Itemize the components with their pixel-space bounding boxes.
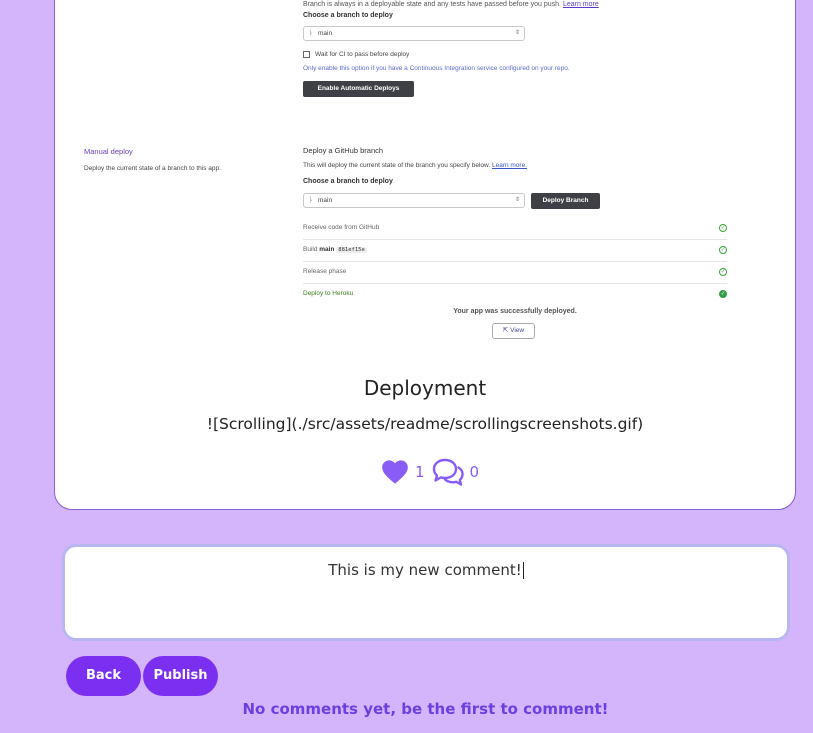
check-circle-filled-icon: ✓ xyxy=(719,290,727,298)
external-link-icon: ⇱ xyxy=(502,327,509,334)
github-learn-more-link: Learn more. xyxy=(491,162,528,169)
no-comments-message: No comments yet, be the first to comment… xyxy=(242,700,609,718)
wait-ci-label: Wait for CI to pass before deploy xyxy=(315,51,410,59)
branch-icon: ᚿ xyxy=(309,197,314,204)
view-app-button: ⇱ View xyxy=(492,323,535,339)
deploy-step: Receive code from GitHub ✓ xyxy=(303,218,727,240)
likes-count: 1 xyxy=(415,463,425,481)
github-branch-description: This will deploy the current state of th… xyxy=(303,162,528,169)
manual-deploy-description: Deploy the current state of a branch to … xyxy=(84,165,221,172)
checkbox-icon xyxy=(303,51,310,58)
wait-ci-checkbox: Wait for CI to pass before deploy xyxy=(303,51,409,58)
manual-choose-branch-label: Choose a branch to deploy xyxy=(303,178,393,185)
ci-note: Only enable this option if you have a Co… xyxy=(303,65,570,72)
post-card: Branch is always in a deployable state a… xyxy=(54,0,796,510)
comments-icon xyxy=(432,458,464,486)
deploy-step: Deploy to Heroku ✓ xyxy=(303,290,727,298)
post-image: Branch is always in a deployable state a… xyxy=(55,0,795,341)
comment-text: This is my new comment! xyxy=(328,561,522,579)
post-body: ![Scrolling](./src/assets/readme/scrolli… xyxy=(206,415,644,433)
enable-auto-deploy-button: Enable Automatic Deploys xyxy=(303,81,414,97)
github-branch-title: Deploy a GitHub branch xyxy=(303,146,384,155)
post-title: Deployment xyxy=(363,376,487,400)
select-caret-icon: ⇕ xyxy=(514,197,520,203)
check-circle-icon: ✓ xyxy=(719,224,727,232)
select-caret-icon: ⇕ xyxy=(514,30,520,36)
post-stats: 1 0 xyxy=(381,457,479,487)
deploy-branch-button: Deploy Branch xyxy=(531,193,600,209)
publish-button[interactable]: Publish xyxy=(143,656,218,696)
manual-deploy-title: Manual deploy xyxy=(84,147,133,156)
deploy-step: Release phase ✓ xyxy=(303,262,727,284)
manual-branch-select: ᚿ main ⇕ xyxy=(303,193,525,208)
comments-link[interactable] xyxy=(431,457,465,487)
auto-deploy-description: Branch is always in a deployable state a… xyxy=(303,1,599,8)
back-button[interactable]: Back xyxy=(66,656,141,696)
text-cursor xyxy=(522,562,524,579)
deploy-success-message: Your app was successfully deployed. xyxy=(453,308,577,315)
heart-icon xyxy=(382,460,408,484)
auto-choose-branch-label: Choose a branch to deploy xyxy=(303,12,393,19)
comment-input[interactable]: This is my new comment! xyxy=(62,544,790,641)
manual-branch-value: main xyxy=(318,197,333,204)
auto-branch-value: main xyxy=(318,30,333,37)
check-circle-icon: ✓ xyxy=(719,246,727,254)
auto-branch-select: ᚿ main ⇕ xyxy=(303,26,525,41)
auto-deploy-learn-more-link: Learn more xyxy=(562,1,599,8)
deploy-step: Build main 881ef15e ✓ xyxy=(303,240,727,262)
comments-count: 0 xyxy=(469,463,480,481)
like-button[interactable] xyxy=(381,459,409,485)
check-circle-icon: ✓ xyxy=(719,268,727,276)
branch-icon: ᚿ xyxy=(309,30,314,37)
